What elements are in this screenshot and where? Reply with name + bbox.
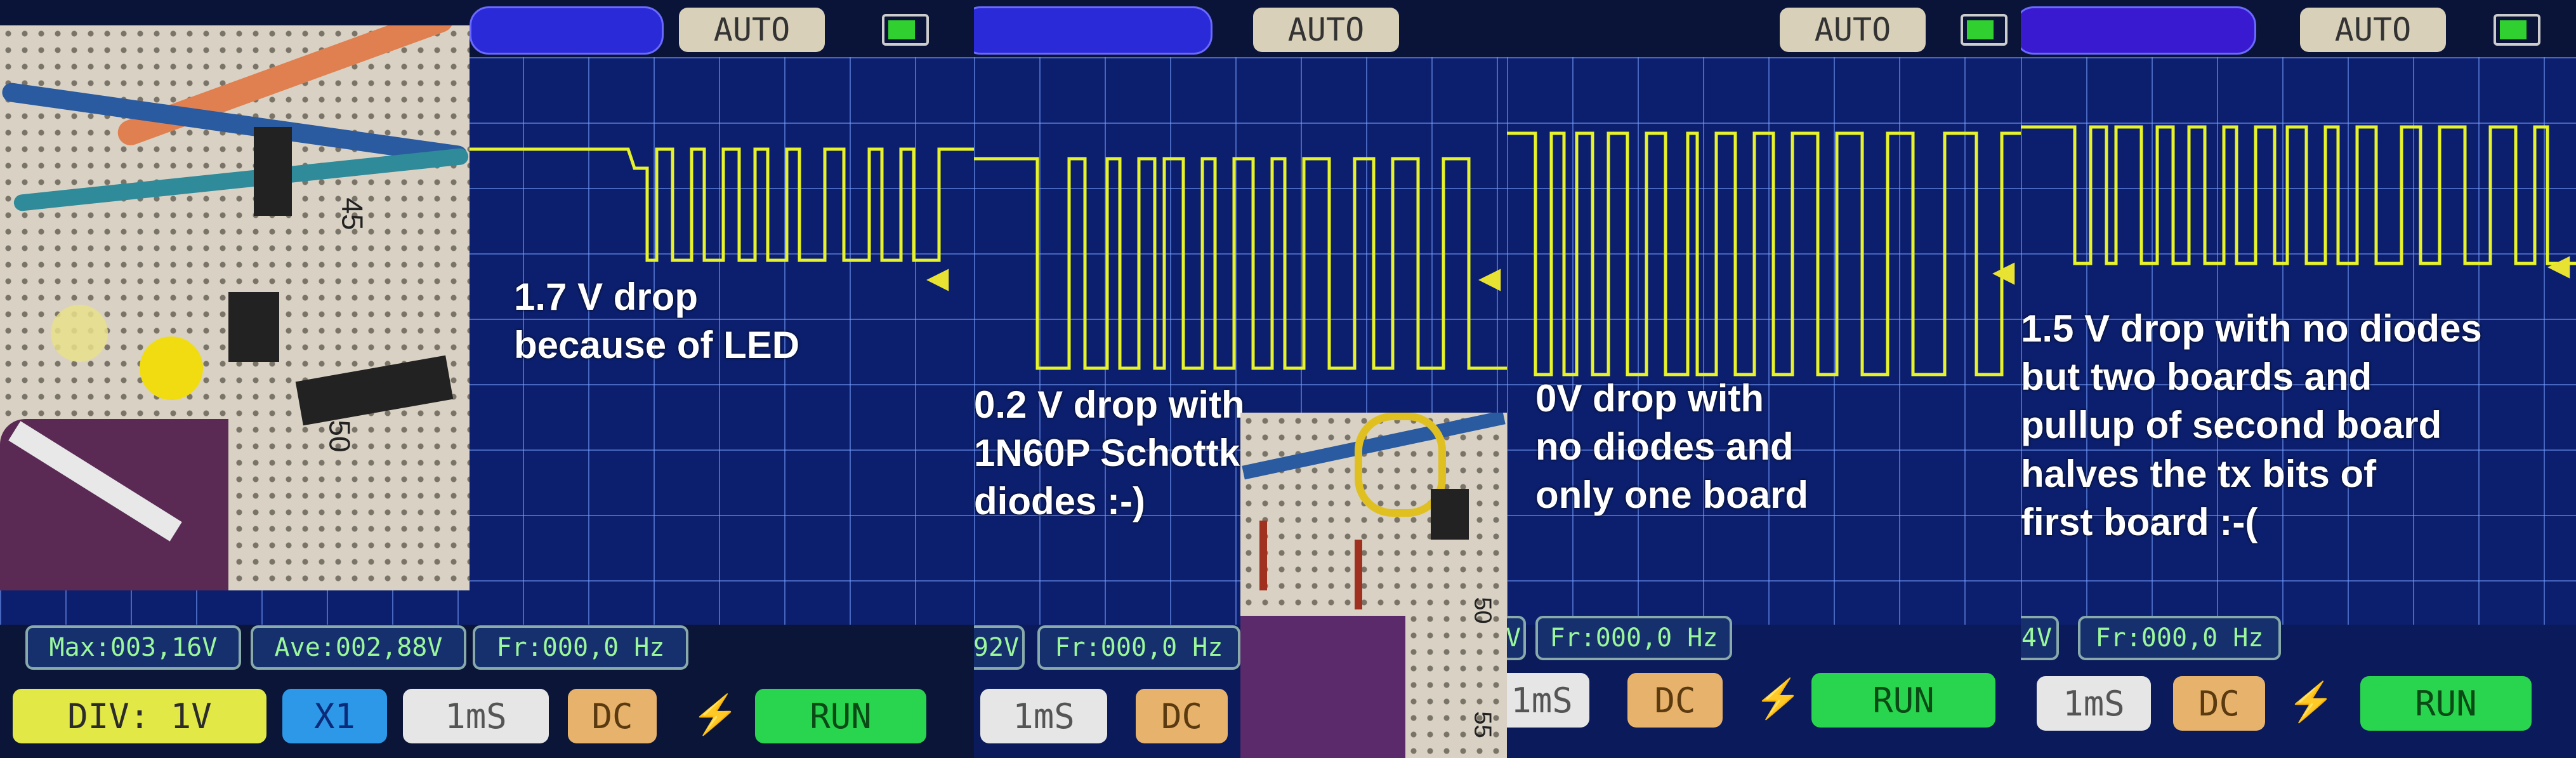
breadboard-row-number: 55 xyxy=(1469,711,1496,738)
measurement-frequency: Fr:000,0 Hz xyxy=(473,625,688,670)
level-marker-icon: ◀ xyxy=(2547,248,2570,281)
measurement-frequency: Fr:000,0 Hz xyxy=(1535,616,1732,660)
level-marker-icon: ◀ xyxy=(1478,261,1501,294)
scope-topbar xyxy=(1507,0,2021,57)
trigger-edge-icon: ⚡ xyxy=(2287,681,2335,723)
coupling-button[interactable]: DC xyxy=(2173,676,2265,731)
trigger-mode-pill xyxy=(470,6,664,55)
coupling-button[interactable]: DC xyxy=(1627,673,1723,728)
panel-caption: 0.2 V drop with 1N60P Schottkey diodes :… xyxy=(974,383,1282,523)
trigger-edge-icon: ⚡ xyxy=(692,693,739,736)
volts-per-div-button[interactable]: DIV: 1V xyxy=(13,689,266,743)
panel-caption: 1.5 V drop with no diodes but two boards… xyxy=(2021,307,2482,543)
panel-caption: 1.7 V drop because of LED xyxy=(514,276,800,367)
breadboard-row-number: 50 xyxy=(1469,597,1496,624)
breadboard-photo: 50 55 xyxy=(1240,413,1507,758)
trigger-mode-pill xyxy=(974,6,1212,55)
scope-grid: ◀ xyxy=(1507,57,2021,625)
battery-icon xyxy=(882,14,929,46)
probe-button[interactable]: X1 xyxy=(282,689,387,743)
run-button[interactable]: RUN xyxy=(755,689,926,743)
run-button[interactable]: RUN xyxy=(2360,676,2532,731)
level-marker-icon: ◀ xyxy=(1992,255,2015,288)
signal-trace xyxy=(1507,131,2021,376)
measurement-max: Max:003,16V xyxy=(25,625,241,670)
trigger-edge-icon: ⚡ xyxy=(1754,677,1802,720)
scope-panel-2: AUTO ◀ 0.2 V drop with 1N60P Schottkey d… xyxy=(974,0,1507,758)
breadboard-row-number: 45 xyxy=(336,197,369,230)
breadboard-photo: 45 50 xyxy=(0,25,470,590)
timebase-button[interactable]: 1mS xyxy=(403,689,549,743)
auto-button[interactable]: AUTO xyxy=(1253,8,1399,52)
auto-button[interactable]: AUTO xyxy=(2300,8,2446,52)
measurement-average: V xyxy=(1507,616,1526,660)
scope-panel-1: AUTO ◀ 45 50 1.7 V drop because of LED M… xyxy=(0,0,974,758)
coupling-button[interactable]: DC xyxy=(1136,689,1228,743)
measurement-frequency: Fr:000,0 Hz xyxy=(1037,625,1240,670)
timebase-button[interactable]: 1mS xyxy=(1507,673,1589,728)
timebase-button[interactable]: 1mS xyxy=(980,689,1107,743)
auto-button[interactable]: AUTO xyxy=(1780,8,1926,52)
measurement-average: Ave:002,88V xyxy=(251,625,466,670)
coupling-button[interactable]: DC xyxy=(568,689,657,743)
timebase-button[interactable]: 1mS xyxy=(2037,676,2151,731)
battery-icon xyxy=(1961,14,2008,46)
measurement-average: 4V xyxy=(2021,616,2059,660)
battery-icon xyxy=(2494,14,2540,46)
run-button[interactable]: RUN xyxy=(1811,673,1995,728)
level-marker-icon: ◀ xyxy=(926,261,949,294)
measurement-frequency: Fr:000,0 Hz xyxy=(2078,616,2281,660)
trigger-mode-pill xyxy=(2021,6,2256,55)
breadboard-row-number: 50 xyxy=(323,420,357,453)
measurement-average: 92V xyxy=(974,625,1025,670)
scope-panel-4: AUTO ◀ 1.5 V drop with no diodes but two… xyxy=(2021,0,2576,758)
auto-button[interactable]: AUTO xyxy=(679,8,825,52)
scope-panel-3: AUTO ◀ 0V drop with no diodes and only o… xyxy=(1507,0,2021,758)
panel-caption: 0V drop with no diodes and only one boar… xyxy=(1535,377,1809,517)
